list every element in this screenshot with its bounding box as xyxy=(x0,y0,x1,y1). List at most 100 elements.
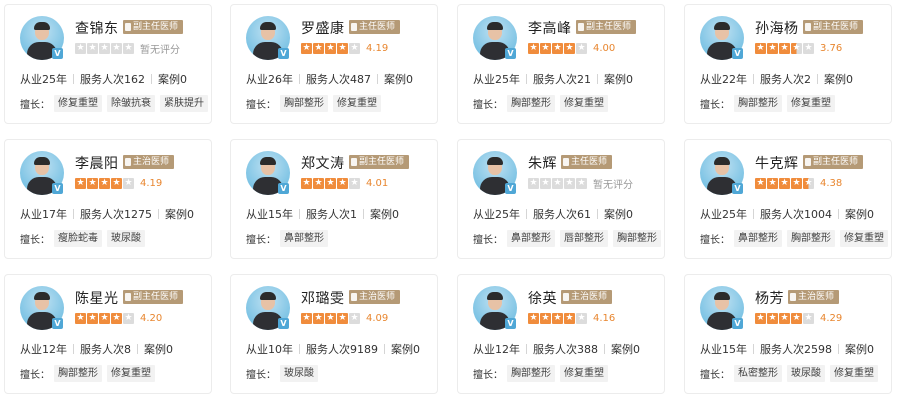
specialty-tag[interactable]: 唇部整形 xyxy=(560,230,608,247)
doctor-card[interactable]: V 牛克辉 副主任医师 ★ ★ ★ ★ ★ 4.38 从业25年 服务人次1004 案例0 擅长： 鼻部整… xyxy=(684,139,892,259)
star-icon: ★ xyxy=(87,42,98,54)
stat-divider xyxy=(526,74,527,84)
rating-score: 暂无评分 xyxy=(140,44,180,56)
star-icon: ★ xyxy=(576,42,587,54)
verified-badge-icon: V xyxy=(52,48,63,59)
verified-badge-icon: V xyxy=(505,183,516,194)
doctor-name[interactable]: 陈星光 xyxy=(75,288,119,308)
specialty-tag[interactable]: 修复重塑 xyxy=(840,230,888,247)
star-icon: ★ xyxy=(791,312,802,324)
specialty-tag[interactable]: 修复重塑 xyxy=(560,365,608,382)
star-icon: ★ xyxy=(576,177,587,189)
star-icon: ★ xyxy=(528,42,539,54)
doctor-name[interactable]: 查锦东 xyxy=(75,18,119,38)
specialty-tag[interactable]: 玻尿酸 xyxy=(787,365,825,382)
stat-divider xyxy=(299,74,300,84)
stat-divider xyxy=(377,74,378,84)
specialty-tag[interactable]: 鼻部整形 xyxy=(507,230,555,247)
doctor-card[interactable]: V 陈星光 副主任医师 ★ ★ ★ ★ ★ 4.20 从业12年 服务人次8 案例0 擅长： 胸部整形 修复… xyxy=(4,274,212,394)
specialty-tag[interactable]: 玻尿酸 xyxy=(280,365,318,382)
doctor-card[interactable]: V 孙海杨 副主任医师 ★ ★ ★ ★ ★ 3.76 从业22年 服务人次2 案例0 擅长： 胸部整形 修复… xyxy=(684,4,892,124)
specialty-tag[interactable]: 玻尿酸 xyxy=(107,230,145,247)
specialty-tag[interactable]: 除皱抗衰 xyxy=(107,95,155,112)
star-icon: ★ xyxy=(87,177,98,189)
doctor-card[interactable]: V 郑文涛 副主任医师 ★ ★ ★ ★ ★ 4.01 从业15年 服务人次1 案例0 擅长： 鼻部整形 xyxy=(230,139,438,259)
star-icon: ★ xyxy=(576,312,587,324)
doctor-card[interactable]: V 李晨阳 主治医师 ★ ★ ★ ★ ★ 4.19 从业17年 服务人次1275 案例0 擅长： 瘦脸蛇毒… xyxy=(4,139,212,259)
specialty-tag[interactable]: 紧肤提升 xyxy=(160,95,208,112)
doctor-name[interactable]: 郑文涛 xyxy=(301,153,345,173)
specialty-tag[interactable]: 修复重塑 xyxy=(107,365,155,382)
stat-years: 从业25年 xyxy=(473,208,520,221)
doctor-card[interactable]: V 罗盛康 主任医师 ★ ★ ★ ★ ★ 4.19 从业26年 服务人次487 案例0 擅长： 胸部整形修… xyxy=(230,4,438,124)
rating-row: ★ ★ ★ ★ ★ 4.00 xyxy=(528,42,615,54)
specialty-tag[interactable]: 修复重塑 xyxy=(787,95,835,112)
specialty-tag[interactable]: 私密整形 xyxy=(734,365,782,382)
specialty-tag[interactable]: 修复重塑 xyxy=(333,95,381,112)
specialty-tag[interactable]: 鼻部整形 xyxy=(280,230,328,247)
star-icon: ★ xyxy=(791,177,802,189)
stat-divider xyxy=(158,209,159,219)
specialties-label: 擅长： xyxy=(700,100,730,111)
doctor-name[interactable]: 杨芳 xyxy=(755,288,784,308)
specialties-label: 擅长： xyxy=(246,370,276,381)
doctor-card[interactable]: V 查锦东 副主任医师 ★ ★ ★ ★ ★ 暂无评分 从业25年 服务人次162 案例0 擅长： 修复重塑… xyxy=(4,4,212,124)
rating-row: ★ ★ ★ ★ ★ 3.76 xyxy=(755,42,842,54)
stat-years: 从业10年 xyxy=(246,343,293,356)
doctor-stats: 从业17年 服务人次1275 案例0 xyxy=(20,206,194,222)
stat-divider xyxy=(753,344,754,354)
doctor-title-badge: 副主任医师 xyxy=(803,155,864,169)
specialty-tag[interactable]: 胸部整形 xyxy=(280,95,328,112)
specialty-tag[interactable]: 瘦脸蛇毒 xyxy=(54,230,102,247)
specialty-tag[interactable]: 修复重塑 xyxy=(560,95,608,112)
doctor-name[interactable]: 牛克辉 xyxy=(755,153,799,173)
stat-years: 从业26年 xyxy=(246,73,293,86)
star-icon: ★ xyxy=(779,312,790,324)
specialty-tag[interactable]: 胸部整形 xyxy=(507,365,555,382)
specialty-tag[interactable]: 鼻部整形 xyxy=(734,230,782,247)
specialty-tag[interactable]: 胸部整形 xyxy=(787,230,835,247)
stat-served: 服务人次8 xyxy=(80,343,131,356)
specialty-tag[interactable]: 修复重塑 xyxy=(54,95,102,112)
specialty-tag[interactable]: 修复重塑 xyxy=(830,365,878,382)
star-icon: ★ xyxy=(779,177,790,189)
doctor-card[interactable]: V 徐英 主治医师 ★ ★ ★ ★ ★ 4.16 从业12年 服务人次388 案例0 擅长： 胸部整形 修复… xyxy=(457,274,665,394)
stat-divider xyxy=(817,74,818,84)
star-icon: ★ xyxy=(540,312,551,324)
doctor-name[interactable]: 罗盛康 xyxy=(301,18,345,38)
doctor-name[interactable]: 邓璐雯 xyxy=(301,288,345,308)
doctor-name[interactable]: 李晨阳 xyxy=(75,153,119,173)
specialty-tag[interactable]: 胸部整形 xyxy=(54,365,102,382)
doctor-card[interactable]: V 朱辉 主任医师 ★ ★ ★ ★ ★ 暂无评分 从业25年 服务人次61 案例0 擅长： 鼻部整形 唇部整… xyxy=(457,139,665,259)
star-icon: ★ xyxy=(803,42,814,54)
doctor-card[interactable]: V 邓璐雯 主治医师 ★ ★ ★ ★ ★ 4.09 从业10年 服务人次9189 案例0 擅长： 玻尿酸 xyxy=(230,274,438,394)
doctor-card[interactable]: V 杨芳 主治医师 ★ ★ ★ ★ ★ 4.29 从业15年 服务人次2598 案例0 擅长： 私密整形玻… xyxy=(684,274,892,394)
specialty-tag[interactable]: 胸部整形 xyxy=(734,95,782,112)
star-icon: ★ xyxy=(325,42,336,54)
specialties-row: 擅长： 玻尿酸 xyxy=(246,365,323,382)
specialty-tag[interactable]: 胸部整形 xyxy=(613,230,661,247)
star-icon: ★ xyxy=(111,312,122,324)
star-icon: ★ xyxy=(99,42,110,54)
star-icon: ★ xyxy=(301,177,312,189)
stat-cases: 案例0 xyxy=(604,73,633,86)
doctor-name[interactable]: 徐英 xyxy=(528,288,557,308)
star-icon: ★ xyxy=(767,312,778,324)
stat-divider xyxy=(363,209,364,219)
verified-badge-icon: V xyxy=(52,318,63,329)
specialties-row: 擅长： 鼻部整形 xyxy=(246,230,333,247)
stat-cases: 案例0 xyxy=(144,343,173,356)
doctor-card[interactable]: V 李高峰 副主任医师 ★ ★ ★ ★ ★ 4.00 从业25年 服务人次21 案例0 擅长： 胸部整形修… xyxy=(457,4,665,124)
star-icon: ★ xyxy=(755,177,766,189)
doctor-name[interactable]: 李高峰 xyxy=(528,18,572,38)
specialties-label: 擅长： xyxy=(700,370,730,381)
doctor-name[interactable]: 朱辉 xyxy=(528,153,557,173)
rating-score: 暂无评分 xyxy=(593,179,633,191)
verified-badge-icon: V xyxy=(732,183,743,194)
specialty-tag[interactable]: 胸部整形 xyxy=(507,95,555,112)
doctor-title-badge: 主治医师 xyxy=(349,290,401,304)
star-icon: ★ xyxy=(564,42,575,54)
stat-divider xyxy=(73,344,74,354)
doctor-name[interactable]: 孙海杨 xyxy=(755,18,799,38)
verified-badge-icon: V xyxy=(278,318,289,329)
